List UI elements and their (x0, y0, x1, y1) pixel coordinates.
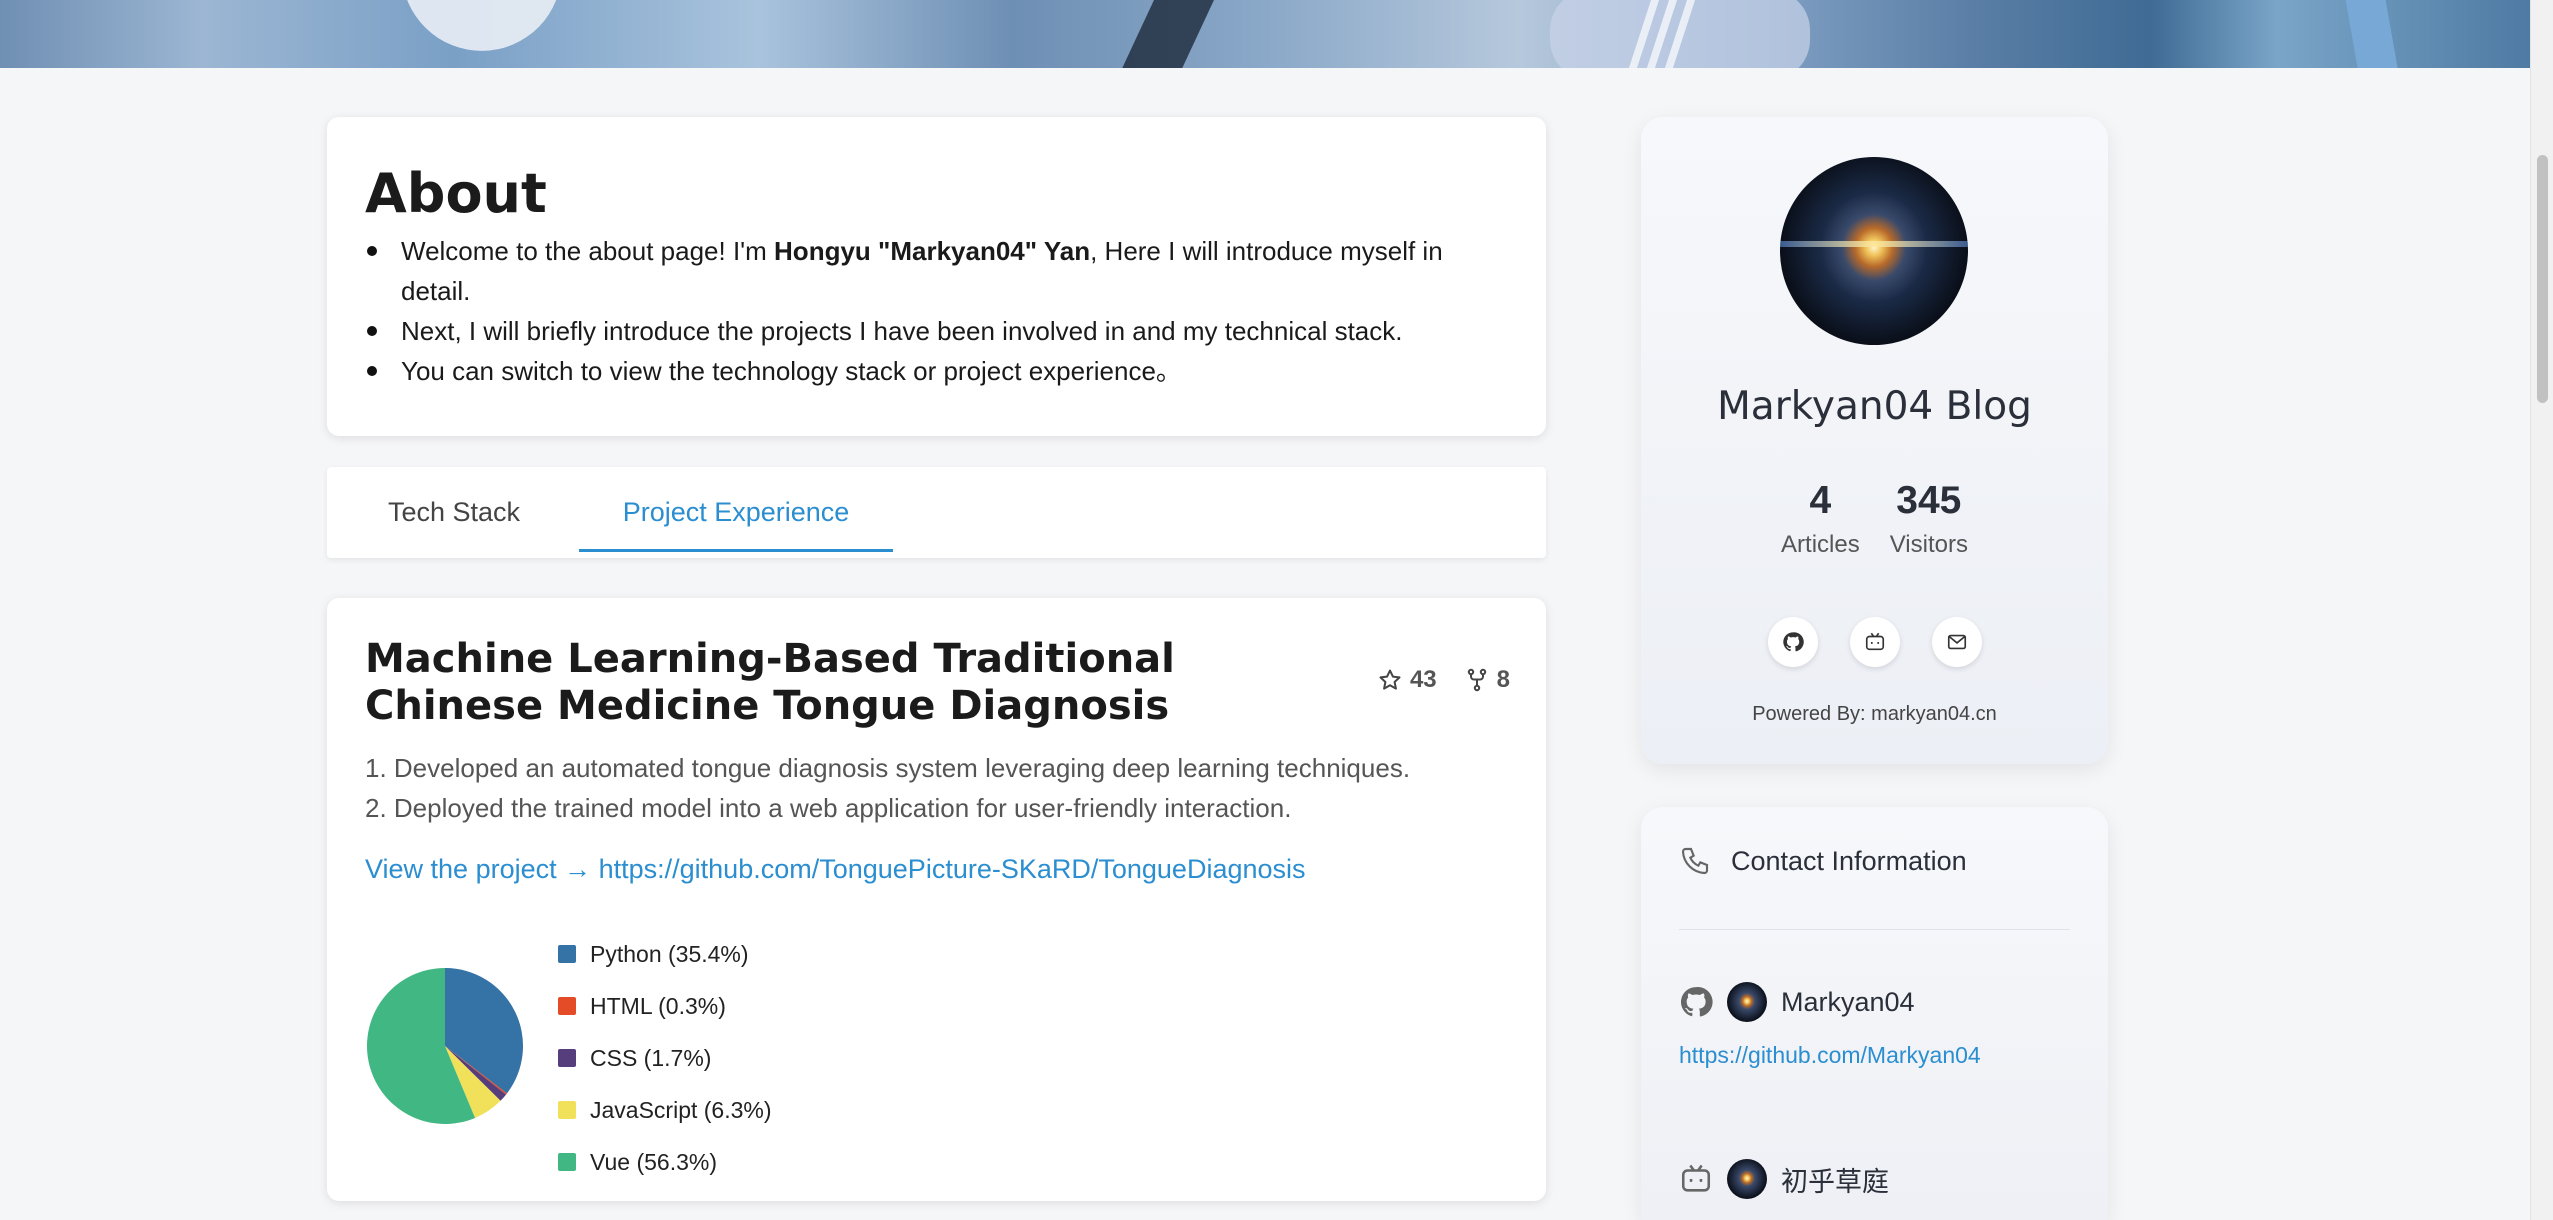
blog-stats: 4 Articles 345 Visitors (1641, 479, 2108, 559)
legend-item-css: CSS (1.7%) (558, 1032, 772, 1084)
social-links (1641, 617, 2108, 667)
page-scrollbar[interactable] (2530, 0, 2553, 1220)
contact-card: Contact Information Markyan04 https://gi… (1641, 807, 2108, 1220)
about-item-1: Welcome to the about page! I'm Hongyu "M… (365, 231, 1508, 311)
bilibili-username: 初乎草庭 (1781, 1166, 1889, 1197)
legend-item-python: Python (35.4%) (558, 928, 772, 980)
contact-github-row: Markyan04 (1679, 982, 1915, 1022)
legend-swatch (558, 1049, 576, 1067)
legend-label: CSS (1.7%) (590, 1044, 712, 1071)
mail-icon (1947, 634, 1966, 650)
legend-label: Python (35.4%) (590, 940, 749, 967)
about-card: About Welcome to the about page! I'm Hon… (327, 117, 1546, 436)
project-desc-line-1: 1. Developed an automated tongue diagnos… (365, 753, 1411, 783)
forks-count: 8 (1496, 666, 1510, 693)
legend-label: HTML (0.3%) (590, 992, 726, 1019)
chart-legend: Python (35.4%) HTML (0.3%) CSS (1.7%) JavaS… (558, 928, 772, 1188)
about-list: Welcome to the about page! I'm Hongyu "M… (365, 231, 1508, 391)
visitors-label: Visitors (1889, 531, 1968, 558)
repo-stats: 43 8 (1378, 666, 1510, 694)
mail-button[interactable] (1931, 617, 1982, 667)
bilibili-button[interactable] (1849, 617, 1900, 667)
avatar (1727, 1159, 1767, 1199)
avatar (1727, 982, 1767, 1022)
project-card: Machine Learning-Based Traditional Chine… (327, 598, 1546, 1201)
github-username: Markyan04 (1781, 986, 1915, 1017)
tab-tech-stack[interactable]: Tech Stack (367, 467, 541, 558)
contact-bilibili-row: 初乎草庭 (1679, 1159, 1889, 1199)
forks-stat: 8 (1465, 666, 1510, 694)
language-chart: Python (35.4%) HTML (0.3%) CSS (1.7%) JavaS… (365, 928, 1065, 1188)
language-pie-chart (367, 968, 523, 1124)
stars-stat: 43 (1378, 666, 1437, 694)
author-name: Hongyu "Markyan04" Yan (774, 236, 1091, 266)
tab-project-experience[interactable]: Project Experience (579, 467, 893, 558)
github-button[interactable] (1767, 617, 1818, 667)
bilibili-icon (1865, 632, 1884, 651)
about-item-3: You can switch to view the technology st… (365, 351, 1508, 391)
contact-divider (1679, 929, 2070, 930)
about-item-2: Next, I will briefly introduce the proje… (365, 311, 1508, 351)
contact-header: Contact Information (1679, 845, 1967, 877)
profile-card: Markyan04 Blog 4 Articles 345 Visitors P… (1641, 117, 2108, 764)
legend-label: Vue (56.3%) (590, 1148, 717, 1175)
phone-icon (1681, 847, 1709, 875)
fork-icon (1467, 668, 1486, 692)
stars-count: 43 (1409, 666, 1437, 693)
star-icon (1379, 669, 1401, 690)
blog-title: Markyan04 Blog (1717, 384, 2032, 429)
header-banner (0, 0, 2530, 68)
github-icon (1680, 987, 1713, 1017)
legend-item-vue: Vue (56.3%) (558, 1136, 772, 1188)
articles-count: 4 (1809, 479, 1832, 522)
visitors-count: 345 (1896, 479, 1962, 522)
legend-swatch (558, 945, 576, 963)
tab-bar: Tech Stack Project Experience (327, 467, 1546, 558)
contact-title: Contact Information (1731, 845, 1967, 876)
project-title: Machine Learning-Based Traditional Chine… (365, 636, 1175, 729)
articles-label: Articles (1781, 531, 1860, 558)
visitors-stat: 345 Visitors (1890, 479, 1968, 559)
legend-swatch (558, 1101, 576, 1119)
legend-label: JavaScript (6.3%) (590, 1096, 772, 1123)
legend-item-html: HTML (0.3%) (558, 980, 772, 1032)
about-title: About (365, 162, 547, 225)
articles-stat[interactable]: 4 Articles (1781, 479, 1860, 559)
project-description: 1. Developed an automated tongue diagnos… (365, 748, 1508, 828)
project-desc-line-2: 2. Deployed the trained model into a web… (365, 793, 1292, 823)
legend-item-javascript: JavaScript (6.3%) (558, 1084, 772, 1136)
scrollbar-thumb[interactable] (2537, 155, 2548, 403)
powered-by: Powered By: markyan04.cn (1752, 703, 1997, 725)
avatar (1780, 157, 1968, 345)
legend-swatch (558, 997, 576, 1015)
project-link[interactable]: View the project → https://github.com/To… (365, 854, 1508, 885)
bilibili-icon (1681, 1164, 1711, 1192)
legend-swatch (558, 1153, 576, 1171)
github-icon (1782, 632, 1804, 652)
github-profile-link[interactable]: https://github.com/Markyan04 (1679, 1042, 1981, 1069)
